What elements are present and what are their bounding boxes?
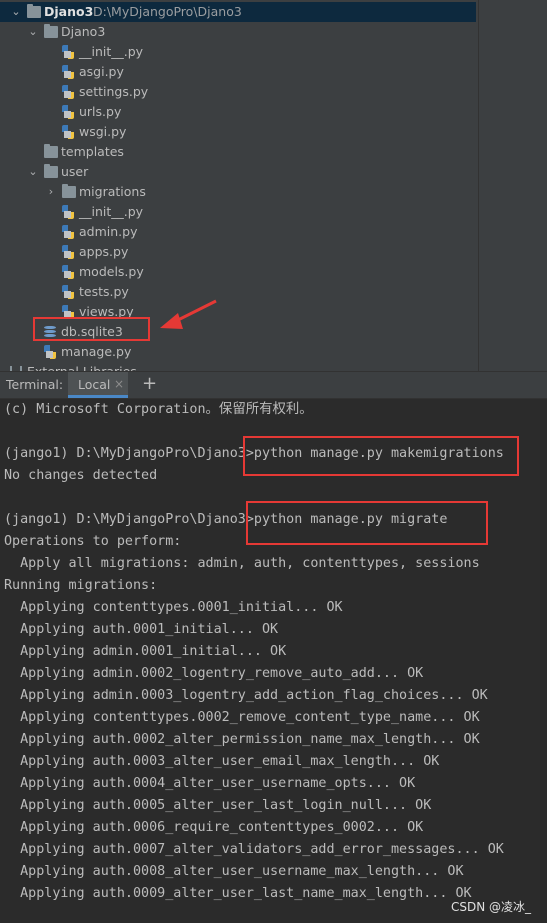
tree-item-label: __init__.py xyxy=(79,44,144,59)
terminal-label: Terminal: xyxy=(6,377,64,392)
tree-item-label: admin.py xyxy=(79,224,138,239)
tree-item-label: tests.py xyxy=(79,284,129,299)
folder-icon xyxy=(44,164,58,178)
tree-item-label: manage.py xyxy=(61,344,132,359)
terminal-line: Applying auth.0003_alter_user_email_max_… xyxy=(4,754,440,769)
terminal-line: Applying auth.0009_alter_user_last_name_… xyxy=(4,886,472,901)
tree-item-label: templates xyxy=(61,144,124,159)
tree-item[interactable]: templates xyxy=(0,142,476,162)
terminal-line: Applying auth.0004_alter_user_username_o… xyxy=(4,776,416,791)
tree-item[interactable]: tests.py xyxy=(0,282,476,302)
tree-item-label: migrations xyxy=(79,184,146,199)
tree-item[interactable]: › External Libraries xyxy=(0,362,476,371)
tree-item[interactable]: ⌄ user xyxy=(0,162,476,182)
tree-item-label: user xyxy=(61,164,89,179)
python-file-icon xyxy=(62,45,74,59)
terminal-output[interactable]: (c) Microsoft Corporation。保留所有权利。 (jango1… xyxy=(0,399,547,923)
terminal-line: Applying admin.0003_logentry_add_action_… xyxy=(4,688,488,703)
annotation-arrow xyxy=(160,299,217,329)
close-icon[interactable]: × xyxy=(114,377,124,391)
python-file-icon xyxy=(62,245,74,259)
active-tab-indicator xyxy=(68,395,128,398)
tree-item-label: apps.py xyxy=(79,244,129,259)
tree-item[interactable]: manage.py xyxy=(0,342,476,362)
new-tab-plus-icon[interactable]: + xyxy=(142,373,157,395)
terminal-line: Applying contenttypes.0001_initial... OK xyxy=(4,600,343,615)
python-file-icon xyxy=(62,285,74,299)
tree-item[interactable]: ⌄ Djano3 xyxy=(0,22,476,42)
tree-item[interactable]: urls.py xyxy=(0,102,476,122)
python-file-icon xyxy=(62,85,74,99)
tree-item-label: __init__.py xyxy=(79,204,144,219)
terminal-line: Apply all migrations: admin, auth, conte… xyxy=(4,556,480,571)
python-file-icon xyxy=(62,265,74,279)
chevron-down-icon[interactable]: ⌄ xyxy=(11,2,21,22)
tree-item[interactable]: __init__.py xyxy=(0,202,476,222)
folder-icon xyxy=(62,184,76,198)
terminal-line: (c) Microsoft Corporation。保留所有权利。 xyxy=(4,402,313,417)
python-file-icon xyxy=(62,65,74,79)
terminal-line: Applying auth.0002_alter_permission_name… xyxy=(4,732,480,747)
chevron-right-icon[interactable]: › xyxy=(46,182,56,202)
terminal-line: Running migrations: xyxy=(4,578,158,593)
terminal-line: Applying admin.0001_initial... OK xyxy=(4,644,287,659)
tree-item[interactable]: settings.py xyxy=(0,82,476,102)
python-file-icon xyxy=(62,125,74,139)
tree-item[interactable]: › migrations xyxy=(0,182,476,202)
tree-root-row[interactable]: ⌄ Djano3 D:\MyDjangoPro\Djano3 xyxy=(0,2,476,22)
terminal-line: Applying auth.0008_alter_user_username_m… xyxy=(4,864,464,879)
tree-item[interactable]: models.py xyxy=(0,262,476,282)
python-file-icon xyxy=(62,105,74,119)
watermark: CSDN @凌冰_ xyxy=(450,900,531,914)
python-file-icon xyxy=(44,345,56,359)
annotation-box-makemigrations xyxy=(243,436,519,476)
folder-icon xyxy=(44,144,58,158)
tree-item-label: settings.py xyxy=(79,84,149,99)
tree-item[interactable]: __init__.py xyxy=(0,42,476,62)
terminal-line: Applying auth.0005_alter_user_last_login… xyxy=(4,798,432,813)
python-file-icon xyxy=(62,205,74,219)
annotation-box-migrate xyxy=(246,501,488,545)
tab-local-label: Local xyxy=(78,377,111,392)
terminal-line: No changes detected xyxy=(4,468,158,483)
tab-local[interactable]: Local × xyxy=(68,372,128,398)
tree-item[interactable]: wsgi.py xyxy=(0,122,476,142)
tree-item[interactable]: apps.py xyxy=(0,242,476,262)
terminal-line: Applying admin.0002_logentry_remove_auto… xyxy=(4,666,424,681)
folder-icon xyxy=(27,4,41,18)
terminal-line: Applying auth.0006_require_contenttypes_… xyxy=(4,820,424,835)
tree-item[interactable]: asgi.py xyxy=(0,62,476,82)
tree-item-label: asgi.py xyxy=(79,64,124,79)
tree-item-label: wsgi.py xyxy=(79,124,127,139)
terminal-tab-bar: Terminal: Local × + xyxy=(0,371,547,399)
folder-icon xyxy=(44,24,58,38)
chevron-down-icon[interactable]: ⌄ xyxy=(28,162,38,182)
tree-item-label: Djano3 xyxy=(61,24,106,39)
chevron-right-icon[interactable]: › xyxy=(0,362,4,371)
tree-item[interactable]: admin.py xyxy=(0,222,476,242)
terminal-line: Applying auth.0001_initial... OK xyxy=(4,622,279,637)
tree-scrollbar[interactable] xyxy=(478,0,479,371)
annotation-box-db xyxy=(33,317,150,341)
chevron-down-icon[interactable]: ⌄ xyxy=(28,22,38,42)
root-name: Djano3 xyxy=(44,4,94,19)
root-path: D:\MyDjangoPro\Djano3 xyxy=(93,4,242,19)
terminal-line: Operations to perform: xyxy=(4,534,182,549)
tree-item-label: External Libraries xyxy=(27,362,137,371)
python-file-icon xyxy=(62,225,74,239)
tree-item-label: urls.py xyxy=(79,104,122,119)
project-tree-panel: ⌄ Djano3 D:\MyDjangoPro\Djano3 ⌄ Djano3 __… xyxy=(0,0,547,371)
terminal-line: Applying contenttypes.0002_remove_conten… xyxy=(4,710,480,725)
terminal-line: Applying auth.0007_alter_validators_add_… xyxy=(4,842,504,857)
tree-item-label: models.py xyxy=(79,264,144,279)
